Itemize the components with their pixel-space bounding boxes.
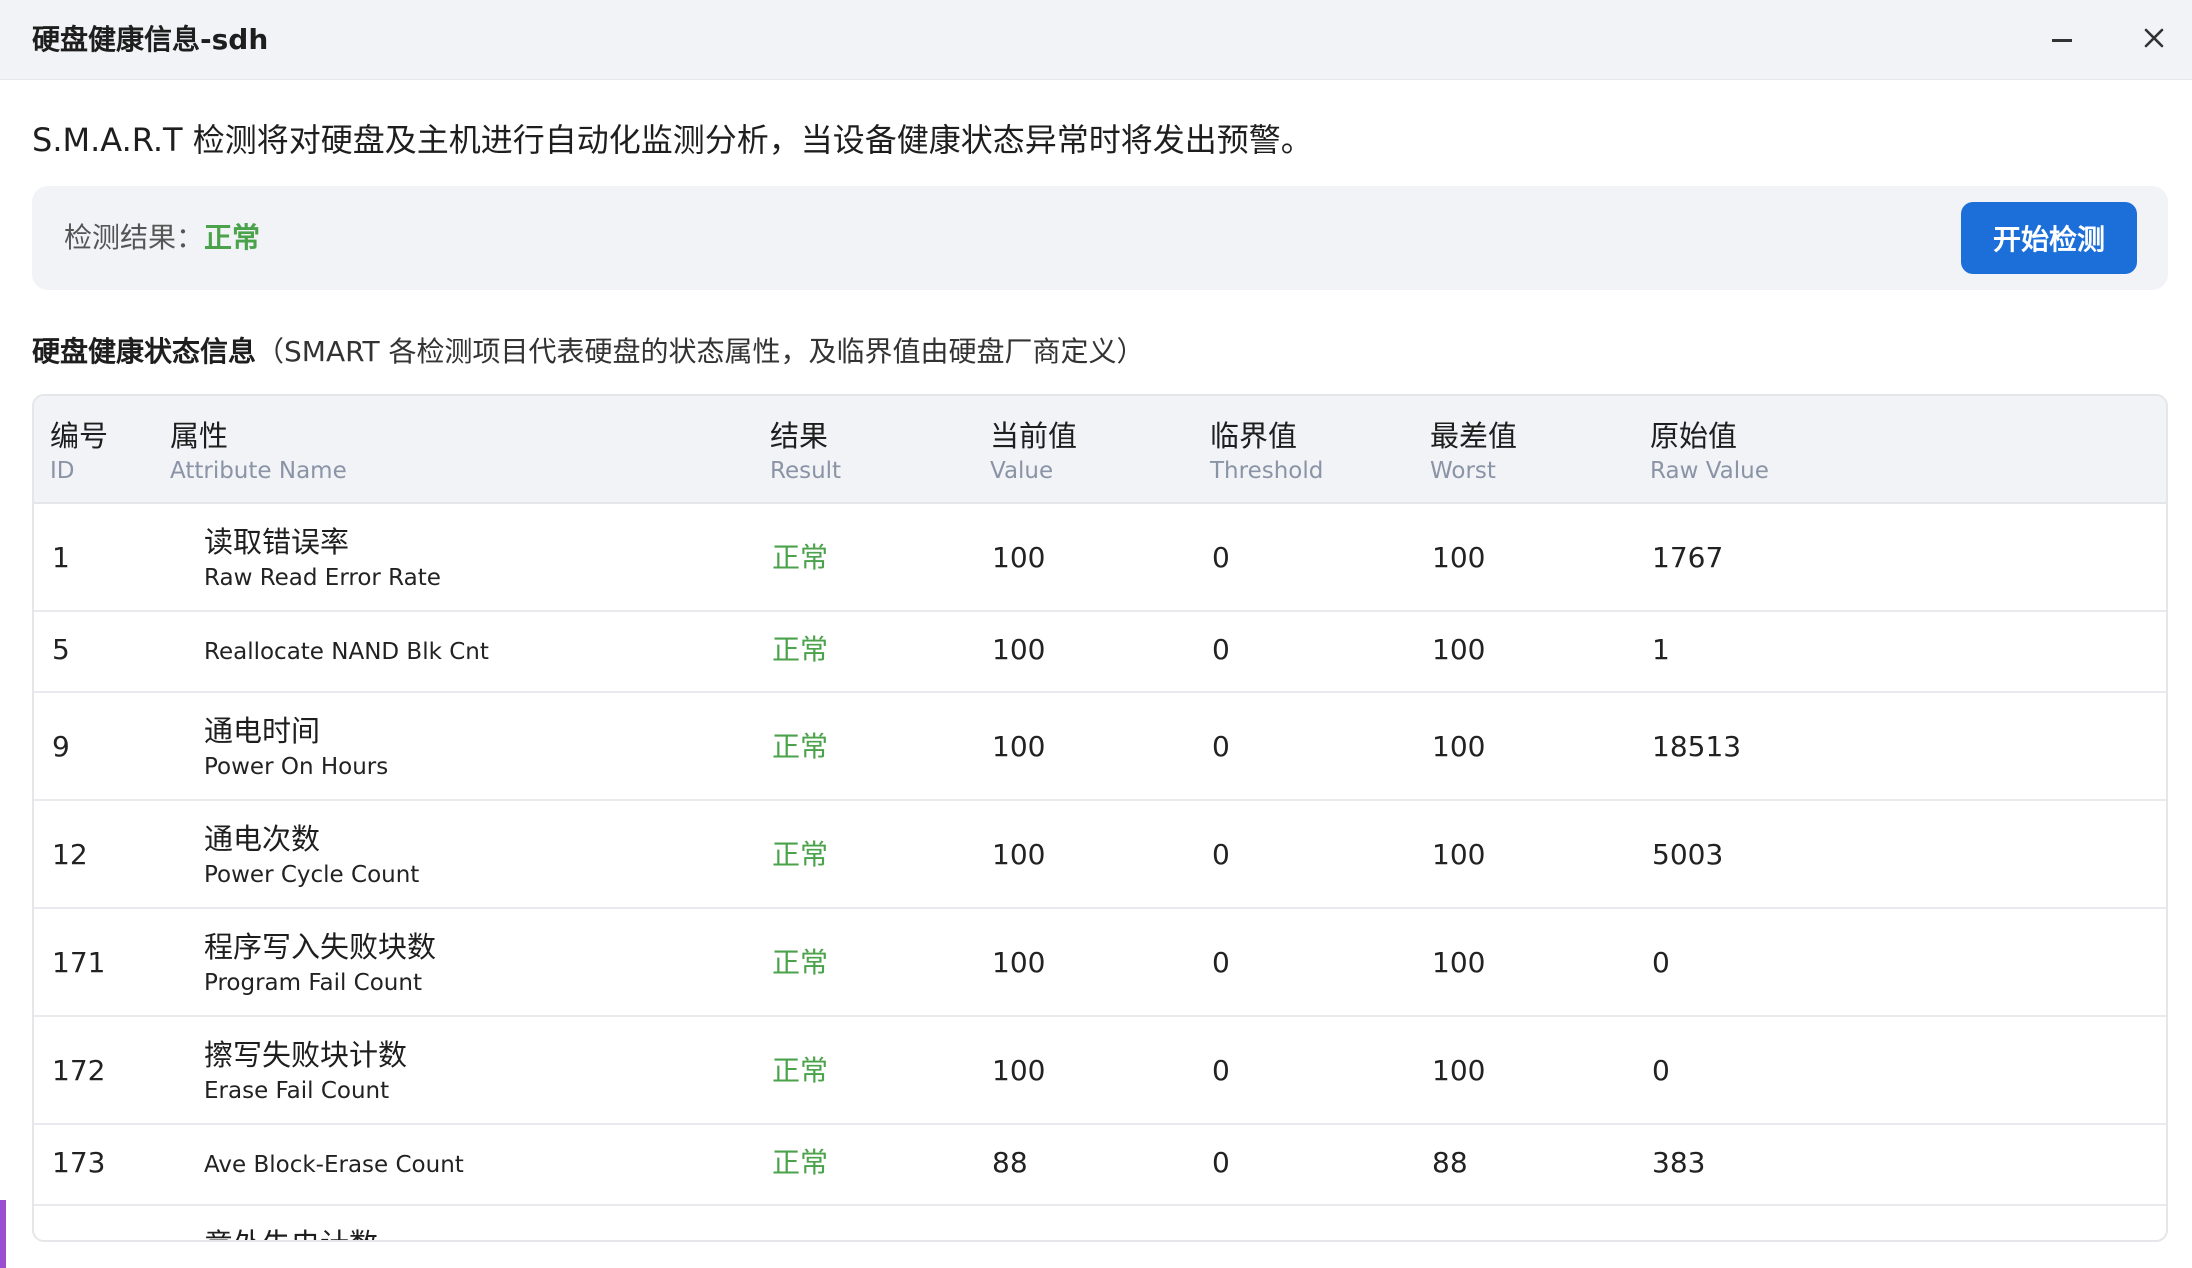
detection-result-panel: 检测结果：正常 开始检测	[32, 186, 2168, 290]
minimize-button[interactable]	[2038, 16, 2086, 64]
cell-id: 12	[52, 838, 88, 871]
cell-attribute-zh: 意外失电计数	[204, 1224, 378, 1240]
cell-result: 正常	[772, 838, 829, 871]
cell-id: 1	[52, 541, 70, 574]
cell-result: 正常	[772, 730, 829, 763]
smart-intro-text: S.M.A.R.T 检测将对硬盘及主机进行自动化监测分析，当设备健康状态异常时将…	[32, 121, 1313, 159]
cell-worst: 100	[1432, 838, 1486, 871]
cell-raw-value: 18513	[1652, 730, 1742, 763]
cell-value: 100	[992, 946, 1046, 979]
cell-attribute-zh: 读取错误率	[204, 525, 350, 559]
section-title: 硬盘健康状态信息（SMART 各检测项目代表硬盘的状态属性，及临界值由硬盘厂商定…	[32, 332, 1145, 372]
column-header-threshold: 临界值 Threshold	[1210, 419, 1324, 484]
cell-value: 100	[992, 730, 1046, 763]
cell-result: 正常	[772, 946, 829, 979]
cell-raw-value: 1767	[1652, 541, 1724, 574]
cell-worst: 88	[1432, 1146, 1468, 1179]
table-header: 编号 ID 属性 Attribute Name 结果 Result 当前值 Value …	[34, 396, 2166, 504]
cell-attribute-en: Program Fail Count	[204, 970, 422, 996]
table-row[interactable]: 意外失电计数	[34, 1206, 2166, 1240]
title-bar: 硬盘健康信息-sdh	[0, 0, 2192, 80]
smart-attributes-table[interactable]: 编号 ID 属性 Attribute Name 结果 Result 当前值 Value …	[32, 394, 2168, 1242]
close-button[interactable]	[2130, 16, 2178, 64]
close-icon	[2144, 28, 2164, 52]
cell-attribute-en: Power On Hours	[204, 754, 389, 780]
cell-threshold: 0	[1212, 1054, 1230, 1087]
section-title-text: 硬盘健康状态信息	[32, 335, 257, 368]
cell-attribute-en: Raw Read Error Rate	[204, 565, 441, 591]
column-header-result: 结果 Result	[770, 419, 842, 484]
cell-raw-value: 1	[1652, 633, 1670, 666]
cell-result: 正常	[772, 1054, 829, 1087]
cell-threshold: 0	[1212, 730, 1230, 763]
cell-threshold: 0	[1212, 633, 1230, 666]
cell-value: 100	[992, 1054, 1046, 1087]
column-header-attribute: 属性 Attribute Name	[170, 419, 347, 484]
table-row[interactable]: 5 Reallocate NAND Blk Cnt 正常 100 0 100 1	[34, 612, 2166, 693]
cell-threshold: 0	[1212, 1146, 1230, 1179]
table-row[interactable]: 9 通电时间 Power On Hours 正常 100 0 100 18513	[34, 693, 2166, 801]
table-row[interactable]: 173 Ave Block-Erase Count 正常 88 0 88 383	[34, 1125, 2166, 1206]
cell-id: 173	[52, 1146, 106, 1179]
column-header-raw-value: 原始值 Raw Value	[1650, 419, 1769, 484]
cell-attribute-en: Erase Fail Count	[204, 1078, 390, 1104]
table-row[interactable]: 12 通电次数 Power Cycle Count 正常 100 0 100 5…	[34, 801, 2166, 909]
table-row[interactable]: 171 程序写入失败块数 Program Fail Count 正常 100 0…	[34, 909, 2166, 1017]
cell-attribute-zh: 擦写失败块计数	[204, 1038, 408, 1072]
cell-raw-value: 5003	[1652, 838, 1724, 871]
cell-attribute-zh: 通电时间	[204, 714, 321, 748]
table-row[interactable]: 172 擦写失败块计数 Erase Fail Count 正常 100 0 10…	[34, 1017, 2166, 1125]
minimize-icon	[2052, 38, 2072, 42]
cell-result: 正常	[772, 541, 829, 574]
cell-id: 5	[52, 633, 70, 666]
column-header-id: 编号 ID	[50, 419, 109, 484]
cell-attribute-zh: 通电次数	[204, 822, 321, 856]
start-detection-button[interactable]: 开始检测	[1961, 202, 2137, 274]
cell-result: 正常	[772, 633, 829, 666]
window-accent-edge	[0, 1200, 6, 1268]
cell-worst: 100	[1432, 730, 1486, 763]
cell-attribute-en: Ave Block-Erase Count	[204, 1152, 464, 1178]
cell-value: 100	[992, 633, 1046, 666]
cell-id: 172	[52, 1054, 106, 1087]
cell-id: 9	[52, 730, 70, 763]
detection-result-label: 检测结果：	[64, 221, 205, 254]
cell-threshold: 0	[1212, 541, 1230, 574]
detection-result: 检测结果：正常	[64, 218, 260, 258]
cell-value: 88	[992, 1146, 1028, 1179]
cell-worst: 100	[1432, 946, 1486, 979]
cell-raw-value: 0	[1652, 1054, 1670, 1087]
column-header-value: 当前值 Value	[990, 419, 1078, 484]
cell-raw-value: 383	[1652, 1146, 1706, 1179]
cell-value: 100	[992, 838, 1046, 871]
cell-raw-value: 0	[1652, 946, 1670, 979]
cell-worst: 100	[1432, 541, 1486, 574]
cell-attribute-zh: 程序写入失败块数	[204, 930, 437, 964]
cell-result: 正常	[772, 1146, 829, 1179]
cell-worst: 100	[1432, 633, 1486, 666]
cell-worst: 100	[1432, 1054, 1486, 1087]
table-row[interactable]: 1 读取错误率 Raw Read Error Rate 正常 100 0 100…	[34, 504, 2166, 612]
cell-threshold: 0	[1212, 946, 1230, 979]
cell-value: 100	[992, 541, 1046, 574]
cell-attribute-en: Power Cycle Count	[204, 862, 420, 888]
cell-id: 171	[52, 946, 106, 979]
window-title: 硬盘健康信息-sdh	[32, 23, 269, 56]
cell-threshold: 0	[1212, 838, 1230, 871]
detection-result-value: 正常	[204, 221, 261, 254]
cell-attribute-en: Reallocate NAND Blk Cnt	[204, 639, 489, 665]
column-header-worst: 最差值 Worst	[1430, 419, 1518, 484]
section-note: （SMART 各检测项目代表硬盘的状态属性，及临界值由硬盘厂商定义）	[256, 335, 1145, 368]
